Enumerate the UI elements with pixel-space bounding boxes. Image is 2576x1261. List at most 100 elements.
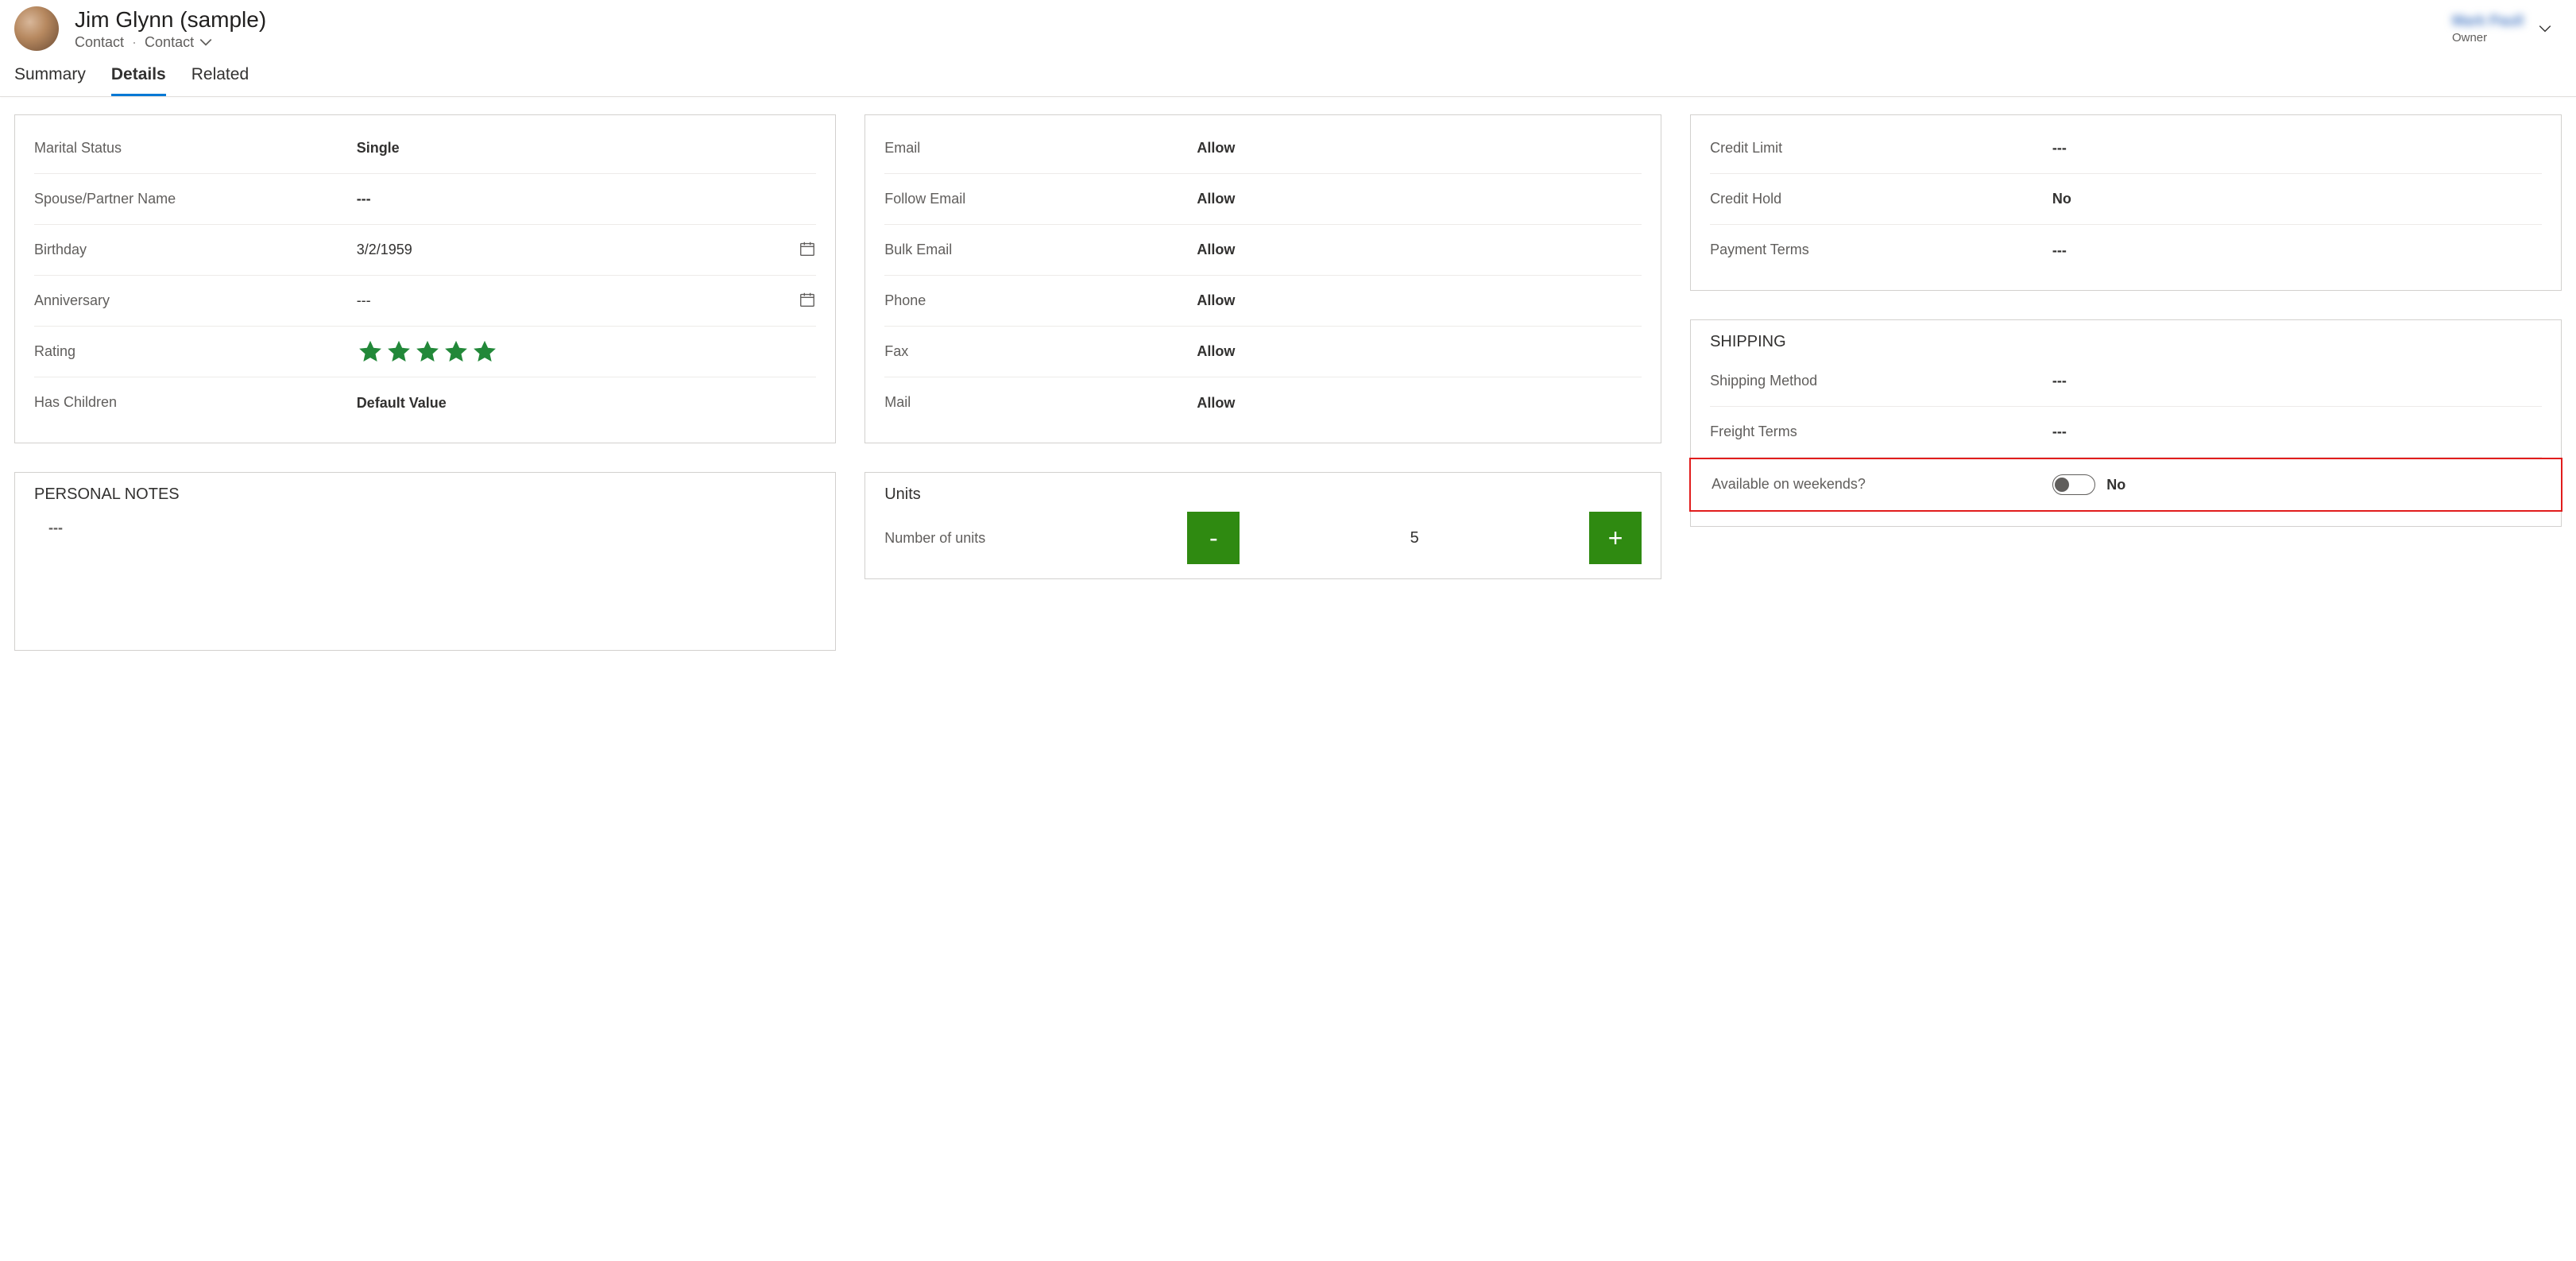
payment-terms-label: Payment Terms	[1710, 241, 2043, 259]
contact-preferences-card: Email Allow Follow Email Allow Bulk Emai…	[864, 114, 1661, 443]
row-birthday[interactable]: Birthday 3/2/1959	[34, 225, 816, 276]
marital-status-label: Marital Status	[34, 139, 347, 157]
anniversary-value: ---	[357, 292, 790, 309]
rating-stars[interactable]	[357, 338, 817, 366]
entity-switcher[interactable]: Contact	[145, 34, 213, 51]
units-label: Number of units	[884, 530, 1187, 547]
bulk-email-label: Bulk Email	[884, 241, 1187, 259]
personal-notes-card: PERSONAL NOTES ---	[14, 472, 836, 651]
has-children-value: Default Value	[357, 395, 817, 412]
credit-limit-label: Credit Limit	[1710, 139, 2043, 157]
follow-email-label: Follow Email	[884, 190, 1187, 208]
star-icon	[443, 338, 470, 366]
separator-dot: ·	[132, 34, 137, 51]
rating-label: Rating	[34, 342, 347, 361]
freight-terms-value: ---	[2052, 424, 2542, 440]
chevron-down-icon	[199, 35, 213, 49]
personal-info-card: Marital Status Single Spouse/Partner Nam…	[14, 114, 836, 443]
mail-value: Allow	[1197, 395, 1642, 412]
billing-card: Credit Limit --- Credit Hold No Payment …	[1690, 114, 2562, 291]
content: Marital Status Single Spouse/Partner Nam…	[0, 97, 2576, 683]
calendar-icon	[799, 240, 816, 257]
row-email[interactable]: Email Allow	[884, 123, 1642, 174]
row-freight-terms[interactable]: Freight Terms ---	[1710, 407, 2542, 458]
fax-value: Allow	[1197, 343, 1642, 360]
shipping-method-value: ---	[2052, 373, 2542, 389]
tab-details[interactable]: Details	[111, 65, 166, 96]
phone-value: Allow	[1197, 292, 1642, 309]
row-marital-status[interactable]: Marital Status Single	[34, 123, 816, 174]
weekends-highlight: Available on weekends? No	[1689, 458, 2562, 512]
phone-label: Phone	[884, 292, 1187, 310]
entity-name: Contact	[75, 34, 124, 51]
units-row: Number of units - 5 +	[884, 509, 1642, 564]
record-subtitle: Contact · Contact	[75, 34, 266, 51]
email-label: Email	[884, 139, 1187, 157]
units-title: Units	[884, 481, 1642, 509]
units-value[interactable]: 5	[1240, 529, 1589, 547]
row-credit-limit[interactable]: Credit Limit ---	[1710, 123, 2542, 174]
personal-notes-body[interactable]: ---	[34, 509, 816, 636]
shipping-title: SHIPPING	[1710, 328, 2542, 356]
credit-hold-value: No	[2052, 191, 2542, 207]
credit-limit-value: ---	[2052, 140, 2542, 157]
tab-related[interactable]: Related	[191, 65, 249, 96]
column-1: Marital Status Single Spouse/Partner Nam…	[14, 114, 836, 651]
row-shipping-method[interactable]: Shipping Method ---	[1710, 356, 2542, 407]
star-icon	[385, 338, 412, 366]
contact-avatar[interactable]	[14, 6, 59, 51]
header-left: Jim Glynn (sample) Contact · Contact	[14, 6, 266, 51]
birthday-value: 3/2/1959	[357, 242, 790, 258]
has-children-label: Has Children	[34, 393, 347, 412]
anniversary-calendar-button[interactable]	[799, 291, 816, 311]
follow-email-value: Allow	[1197, 191, 1642, 207]
tab-summary[interactable]: Summary	[14, 65, 86, 96]
owner-block[interactable]: Mark Paull Owner	[2452, 13, 2524, 44]
record-header: Jim Glynn (sample) Contact · Contact Mar…	[0, 0, 2576, 51]
owner-label: Owner	[2452, 31, 2487, 44]
title-block: Jim Glynn (sample) Contact · Contact	[75, 7, 266, 51]
calendar-icon	[799, 291, 816, 308]
shipping-card: SHIPPING Shipping Method --- Freight Ter…	[1690, 319, 2562, 527]
email-value: Allow	[1197, 140, 1642, 157]
units-decrement-button[interactable]: -	[1187, 512, 1240, 564]
freight-terms-label: Freight Terms	[1710, 423, 2043, 441]
row-payment-terms[interactable]: Payment Terms ---	[1710, 225, 2542, 276]
row-credit-hold[interactable]: Credit Hold No	[1710, 174, 2542, 225]
marital-status-value: Single	[357, 140, 817, 157]
row-available-weekends[interactable]: Available on weekends? No	[1712, 459, 2540, 510]
column-3: Credit Limit --- Credit Hold No Payment …	[1690, 114, 2562, 527]
star-icon	[414, 338, 441, 366]
star-icon	[357, 338, 384, 366]
weekends-toggle[interactable]	[2052, 474, 2095, 495]
column-2: Email Allow Follow Email Allow Bulk Emai…	[864, 114, 1661, 579]
units-stepper: - 5 +	[1187, 512, 1642, 564]
birthday-label: Birthday	[34, 241, 347, 259]
weekends-toggle-text: No	[2106, 477, 2125, 493]
row-mail[interactable]: Mail Allow	[884, 377, 1642, 428]
star-icon	[471, 338, 498, 366]
header-expand-icon[interactable]	[2538, 21, 2552, 36]
row-phone[interactable]: Phone Allow	[884, 276, 1642, 327]
spouse-value: ---	[357, 191, 817, 207]
row-rating[interactable]: Rating	[34, 327, 816, 377]
personal-notes-title: PERSONAL NOTES	[34, 481, 816, 509]
row-bulk-email[interactable]: Bulk Email Allow	[884, 225, 1642, 276]
payment-terms-value: ---	[2052, 242, 2542, 259]
row-spouse[interactable]: Spouse/Partner Name ---	[34, 174, 816, 225]
row-follow-email[interactable]: Follow Email Allow	[884, 174, 1642, 225]
owner-name: Mark Paull	[2452, 13, 2524, 29]
header-right: Mark Paull Owner	[2452, 13, 2562, 44]
row-anniversary[interactable]: Anniversary ---	[34, 276, 816, 327]
row-fax[interactable]: Fax Allow	[884, 327, 1642, 377]
record-title: Jim Glynn (sample)	[75, 7, 266, 33]
units-card: Units Number of units - 5 +	[864, 472, 1661, 579]
anniversary-label: Anniversary	[34, 292, 347, 310]
toggle-knob	[2055, 478, 2069, 492]
birthday-calendar-button[interactable]	[799, 240, 816, 260]
entity-switcher-label: Contact	[145, 34, 194, 51]
mail-label: Mail	[884, 393, 1187, 412]
weekends-toggle-wrap: No	[2052, 474, 2540, 495]
row-has-children[interactable]: Has Children Default Value	[34, 377, 816, 428]
units-increment-button[interactable]: +	[1589, 512, 1642, 564]
